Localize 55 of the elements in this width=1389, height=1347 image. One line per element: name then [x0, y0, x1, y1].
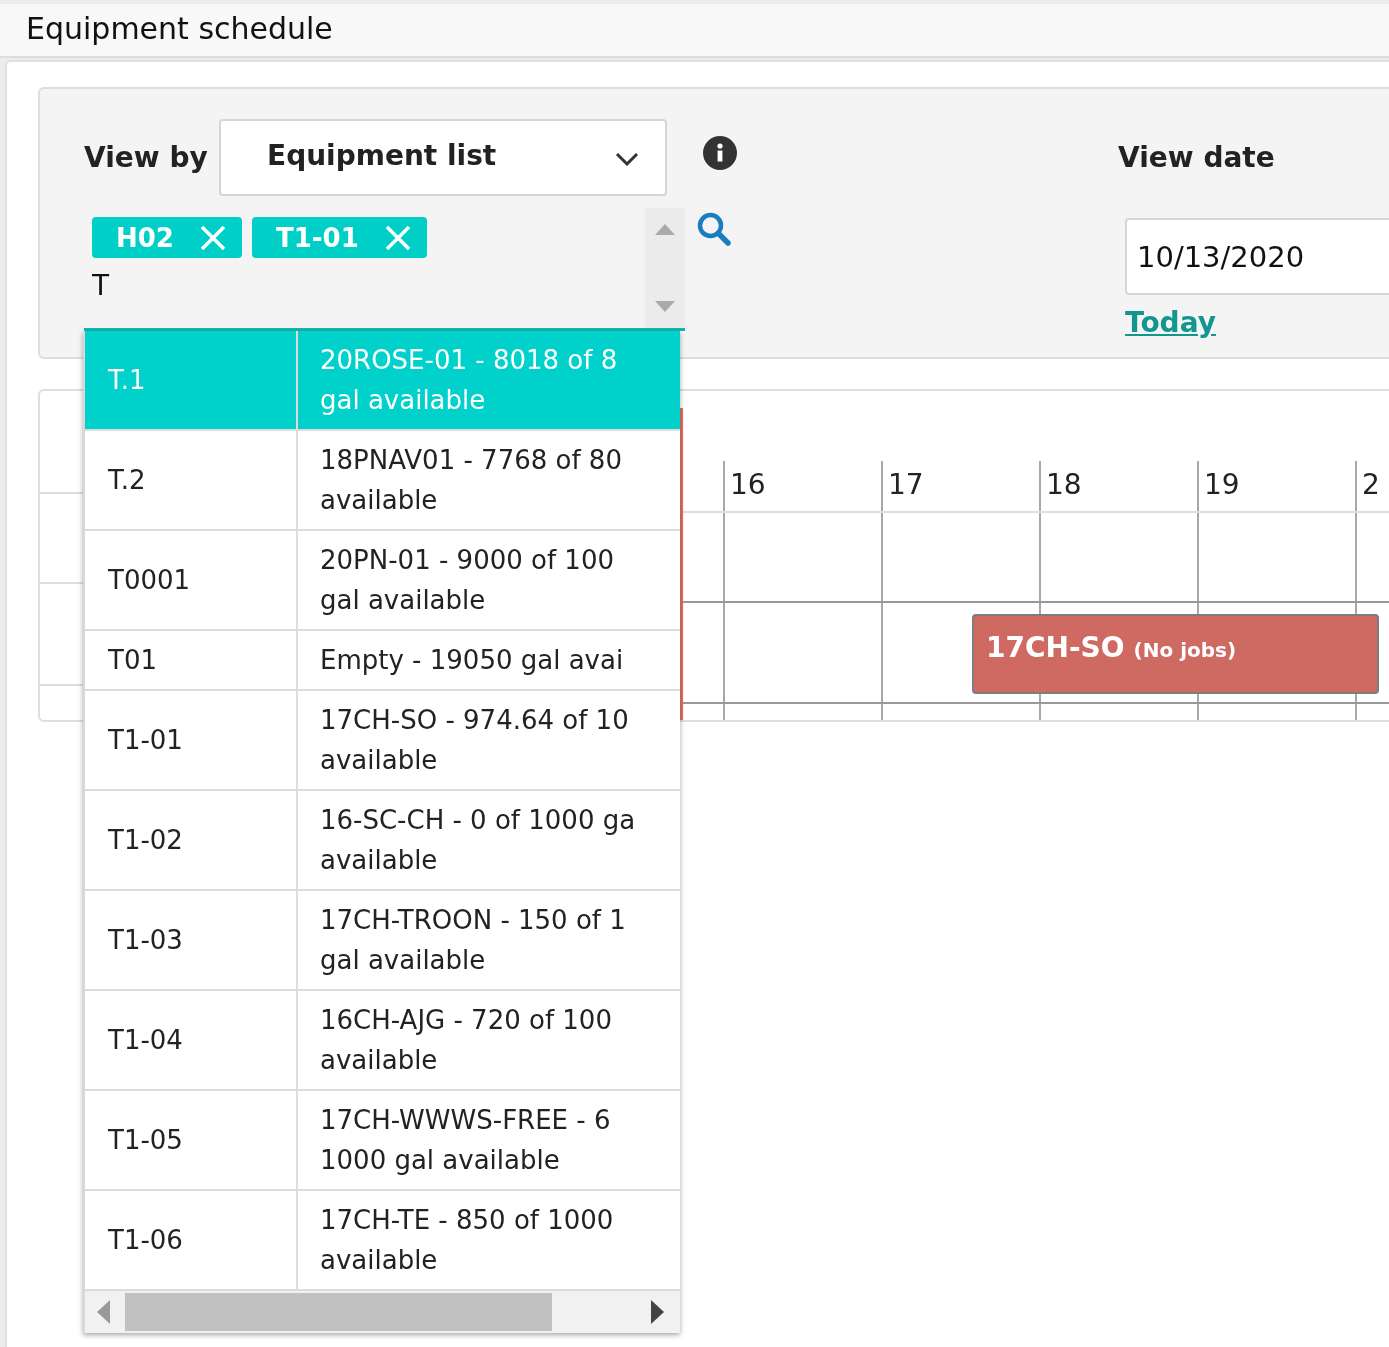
scroll-right-icon[interactable]	[651, 1300, 664, 1324]
dropdown-option[interactable]: T1-03 17CH-TROON - 150 of 1 gal available	[85, 891, 680, 991]
option-code: T.1	[108, 364, 146, 397]
dropdown-option[interactable]: T1-01 17CH-SO - 974.64 of 10 available	[85, 691, 680, 791]
option-code: T.2	[108, 464, 146, 497]
option-code: T0001	[108, 564, 191, 597]
view-by-select[interactable]: Equipment list	[219, 119, 667, 196]
option-description: 18PNAV01 - 7768 of 80 available	[320, 444, 622, 517]
vertical-scrollbar[interactable]	[645, 208, 685, 328]
option-description: 20ROSE-01 - 8018 of 8 gal available	[320, 344, 618, 417]
option-code: T1-05	[108, 1124, 183, 1157]
event-note: (No jobs)	[1133, 638, 1237, 662]
dropdown-option[interactable]: T1-02 16-SC-CH - 0 of 1000 ga available	[85, 791, 680, 891]
option-description: 17CH-WWWS-FREE - 6 1000 gal available	[320, 1104, 611, 1177]
horizontal-scrollbar[interactable]	[85, 1291, 680, 1333]
view-date-label: View date	[1118, 140, 1275, 176]
search-icon[interactable]	[697, 212, 731, 246]
event-bar[interactable]: 17CH-SO (No jobs)	[972, 614, 1379, 694]
option-description: 17CH-TE - 850 of 1000 available	[320, 1204, 614, 1277]
option-description: 16-SC-CH - 0 of 1000 ga available	[320, 804, 636, 877]
day-label: 2	[1362, 467, 1380, 503]
chevron-down-icon	[615, 151, 639, 166]
page-title: Equipment schedule	[26, 10, 333, 48]
option-description: 17CH-SO - 974.64 of 10 available	[320, 704, 629, 777]
dropdown-option[interactable]: T01 Empty - 19050 gal avai	[85, 631, 680, 691]
option-code: T1-01	[108, 724, 183, 757]
option-description: 17CH-TROON - 150 of 1 gal available	[320, 904, 626, 977]
option-code: T01	[108, 644, 157, 677]
dropdown-option[interactable]: T1-05 17CH-WWWS-FREE - 6 1000 gal available	[85, 1091, 680, 1191]
day-label: 17	[888, 467, 924, 503]
dropdown-option[interactable]: T0001 20PN-01 - 9000 of 100 gal available	[85, 531, 680, 631]
option-description: 16CH-AJG - 720 of 100 available	[320, 1004, 612, 1077]
option-code: T1-02	[108, 824, 183, 857]
dropdown-option[interactable]: T1-06 17CH-TE - 850 of 1000 available	[85, 1191, 680, 1291]
close-icon[interactable]	[384, 224, 411, 251]
dropdown-option[interactable]: T1-04 16CH-AJG - 720 of 100 available	[85, 991, 680, 1091]
date-input[interactable]: 10/13/2020	[1125, 218, 1389, 295]
day-label: 19	[1204, 467, 1240, 503]
scrollbar-thumb[interactable]	[125, 1293, 552, 1331]
option-description: Empty - 19050 gal avai	[320, 644, 624, 677]
option-code: T1-03	[108, 924, 183, 957]
view-by-label: View by	[84, 140, 208, 174]
option-code: T1-04	[108, 1024, 183, 1057]
day-label: 16	[730, 467, 766, 503]
dropdown-option[interactable]: T.2 18PNAV01 - 7768 of 80 available	[85, 431, 680, 531]
option-description: 20PN-01 - 9000 of 100 gal available	[320, 544, 614, 617]
close-icon[interactable]	[199, 224, 226, 251]
scroll-up-icon[interactable]	[655, 224, 675, 235]
equipment-tag-field[interactable]: H02 T1-01 T	[84, 208, 685, 331]
day-label: 18	[1046, 467, 1082, 503]
scroll-down-icon[interactable]	[655, 301, 675, 312]
event-title: 17CH-SO	[986, 630, 1125, 666]
scroll-left-icon[interactable]	[97, 1300, 110, 1324]
info-icon[interactable]	[703, 136, 737, 170]
option-code: T1-06	[108, 1224, 183, 1257]
